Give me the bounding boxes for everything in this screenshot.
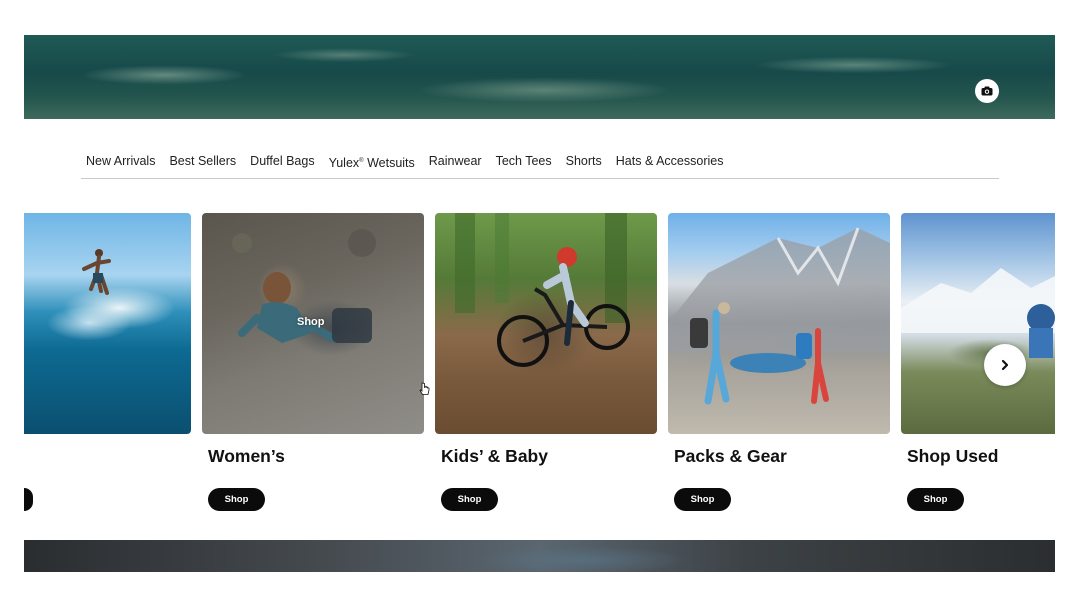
shop-button-shop-used[interactable]: Shop xyxy=(907,488,964,511)
card-image-womens[interactable]: Shop xyxy=(202,213,424,434)
nav-item-best-sellers[interactable]: Best Sellers xyxy=(169,150,236,178)
shop-button-partial[interactable] xyxy=(24,488,33,511)
camera-button[interactable] xyxy=(975,79,999,103)
hero-banner xyxy=(24,35,1055,119)
mountain-hikers-figure xyxy=(901,268,1055,358)
camera-icon xyxy=(981,86,993,96)
lower-banner xyxy=(24,540,1055,572)
card-title-womens[interactable]: Women’s xyxy=(208,446,285,467)
category-card-shop-used[interactable]: Shop Used Shop xyxy=(901,213,1055,511)
category-carousel: Shop Women’s Shop Kids’ & Baby Shop Pack… xyxy=(24,213,1055,533)
nav-item-hats-accessories[interactable]: Hats & Accessories xyxy=(616,150,724,178)
card-image-surf[interactable] xyxy=(24,213,191,434)
category-card-kids-baby[interactable]: Kids’ & Baby Shop xyxy=(435,213,657,511)
chevron-right-icon xyxy=(1001,359,1009,371)
pointer-cursor-icon xyxy=(419,382,430,395)
nav-item-yulex-wetsuits[interactable]: Yulex® Wetsuits xyxy=(329,150,415,178)
card-hover-shop-label[interactable]: Shop xyxy=(297,316,325,328)
shop-button-womens[interactable]: Shop xyxy=(208,488,265,511)
card-title-kids-baby[interactable]: Kids’ & Baby xyxy=(441,446,548,467)
card-image-kids-baby[interactable] xyxy=(435,213,657,434)
shop-button-packs-gear[interactable]: Shop xyxy=(674,488,731,511)
category-nav: New Arrivals Best Sellers Duffel Bags Yu… xyxy=(81,150,999,179)
card-title-shop-used[interactable]: Shop Used xyxy=(907,446,998,467)
card-image-shop-used[interactable] xyxy=(901,213,1055,434)
nav-item-wetsuits-label: Wetsuits xyxy=(363,156,415,171)
shop-button-kids-baby[interactable]: Shop xyxy=(441,488,498,511)
nav-item-rainwear[interactable]: Rainwear xyxy=(429,150,482,178)
category-card-womens[interactable]: Shop Women’s Shop xyxy=(202,213,424,511)
nav-item-shorts[interactable]: Shorts xyxy=(566,150,602,178)
surfer-figure xyxy=(82,249,111,295)
nav-item-yulex-label: Yulex xyxy=(328,156,360,171)
carousel-next-button[interactable] xyxy=(984,344,1026,386)
kid-on-bike-figure xyxy=(455,213,630,367)
nav-item-new-arrivals[interactable]: New Arrivals xyxy=(86,150,155,178)
card-image-packs-gear[interactable] xyxy=(668,213,890,434)
category-card-surf[interactable] xyxy=(24,213,191,434)
nav-item-tech-tees[interactable]: Tech Tees xyxy=(496,150,552,178)
card-title-packs-gear[interactable]: Packs & Gear xyxy=(674,446,787,467)
nav-item-duffel-bags[interactable]: Duffel Bags xyxy=(250,150,314,178)
category-card-packs-gear[interactable]: Packs & Gear Shop xyxy=(668,213,890,511)
hikers-figure xyxy=(668,227,890,405)
